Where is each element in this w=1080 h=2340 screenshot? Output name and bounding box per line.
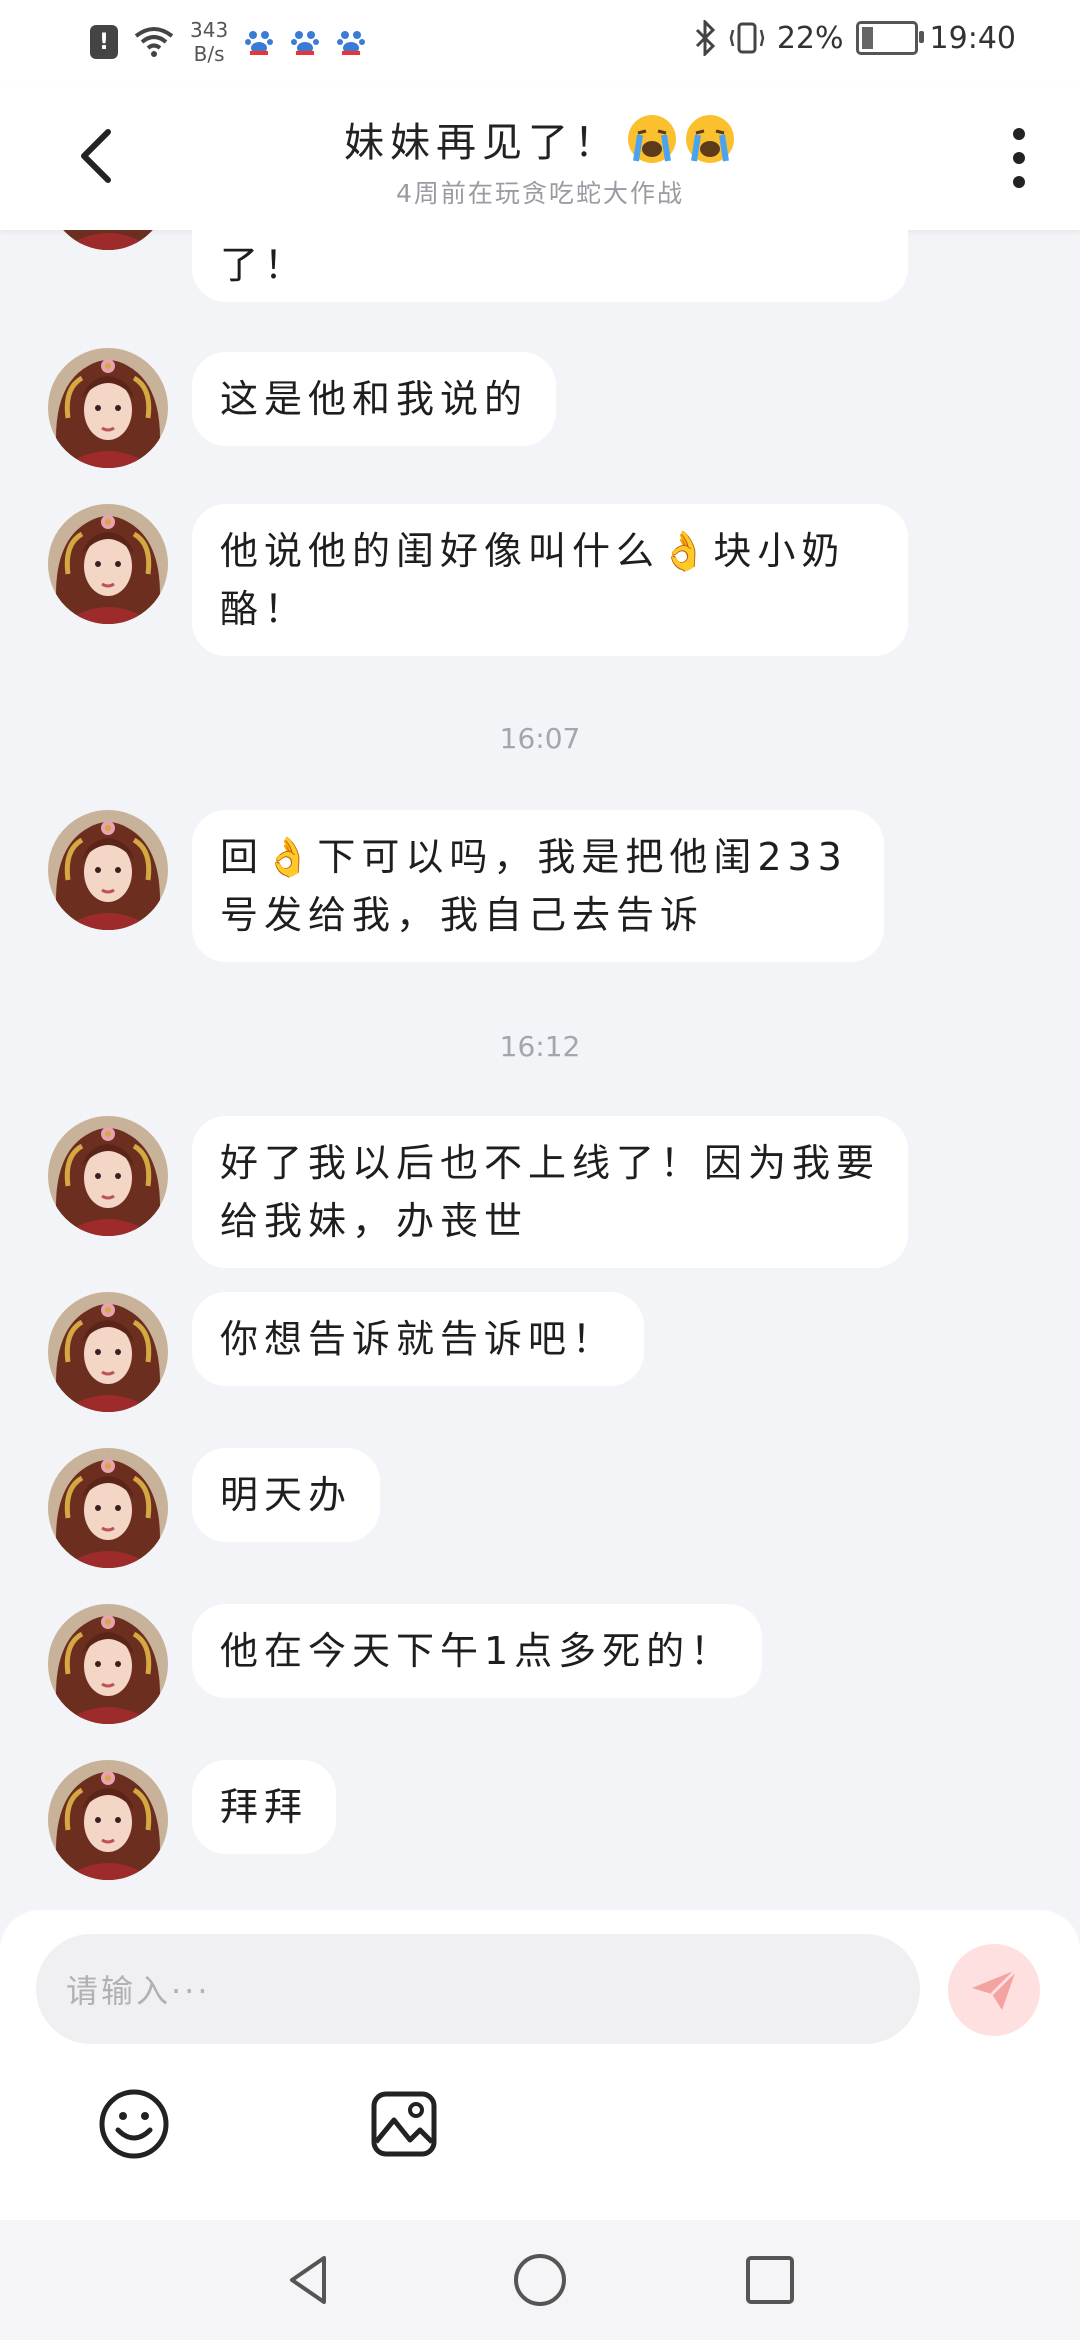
avatar[interactable] bbox=[48, 1604, 168, 1724]
baidu-paw-icon bbox=[245, 31, 274, 55]
avatar[interactable] bbox=[48, 1760, 168, 1880]
timestamp: 16:07 bbox=[499, 722, 581, 755]
avatar[interactable] bbox=[48, 1448, 168, 1568]
back-triangle-icon[interactable] bbox=[280, 2250, 340, 2310]
wifi-icon bbox=[134, 27, 174, 57]
more-vert-icon[interactable] bbox=[1012, 128, 1026, 188]
chat-subtitle: 4周前在玩贪吃蛇大作战 bbox=[396, 179, 684, 208]
chat-header: 妹妹再见了！ 4周前在玩贪吃蛇大作战 bbox=[0, 86, 1080, 230]
baidu-paw-icon bbox=[291, 31, 320, 55]
message-bubble[interactable]: 好了我以后也不上线了！因为我要给我妹，办丧世 bbox=[192, 1116, 908, 1268]
message-bubble[interactable]: 他说他的闺好像叫什么👌块小奶酪！ bbox=[192, 504, 908, 656]
status-bar: ! 343 B/s 22% 19:40 bbox=[0, 0, 1080, 86]
message-bubble[interactable]: 拜拜 bbox=[192, 1760, 337, 1854]
timestamp: 16:12 bbox=[499, 1030, 581, 1063]
bluetooth-icon bbox=[695, 20, 715, 56]
battery-icon bbox=[855, 21, 924, 55]
network-speed: 343 B/s bbox=[190, 18, 229, 66]
avatar[interactable] bbox=[48, 1292, 168, 1412]
message-bubble[interactable]: 他在今天下午1点多死的！ bbox=[192, 1604, 763, 1698]
system-nav-bar bbox=[0, 2220, 1080, 2340]
chat-title: 妹妹再见了！ bbox=[344, 110, 736, 168]
avatar[interactable] bbox=[48, 348, 168, 468]
crying-emoji-icon bbox=[628, 115, 676, 163]
composer: 请输入··· bbox=[0, 1910, 1080, 2220]
message-input[interactable]: 请输入··· bbox=[36, 1934, 920, 2044]
message-bubble[interactable]: 这是他和我说的 bbox=[192, 352, 557, 446]
recents-square-icon[interactable] bbox=[740, 2250, 800, 2310]
image-icon[interactable] bbox=[366, 2086, 442, 2162]
message-list[interactable]: 了！ 这是他和我说的 他说他的闺好像叫什么👌块小奶酪！ 16:07 回👌下可以吗… bbox=[0, 230, 1080, 1910]
send-button[interactable] bbox=[948, 1944, 1040, 2036]
message-bubble[interactable]: 回👌下可以吗，我是把他闺233号发给我，我自己去告诉 bbox=[192, 810, 884, 962]
avatar[interactable] bbox=[48, 230, 168, 250]
avatar[interactable] bbox=[48, 810, 168, 930]
crying-emoji-icon bbox=[686, 115, 734, 163]
battery-percent: 22% bbox=[776, 20, 844, 56]
message-bubble[interactable]: 你想告诉就告诉吧！ bbox=[192, 1292, 645, 1386]
baidu-paw-icon bbox=[337, 31, 366, 55]
avatar[interactable] bbox=[48, 1116, 168, 1236]
vibrate-icon bbox=[729, 22, 765, 54]
alert-icon: ! bbox=[90, 25, 118, 59]
clock: 19:40 bbox=[929, 20, 1016, 56]
home-circle-icon[interactable] bbox=[510, 2250, 570, 2310]
emoji-icon[interactable] bbox=[96, 2086, 172, 2162]
avatar[interactable] bbox=[48, 504, 168, 624]
message-bubble[interactable]: 了！ bbox=[192, 230, 908, 302]
send-icon bbox=[972, 1968, 1018, 2010]
message-bubble[interactable]: 明天办 bbox=[192, 1448, 381, 1542]
